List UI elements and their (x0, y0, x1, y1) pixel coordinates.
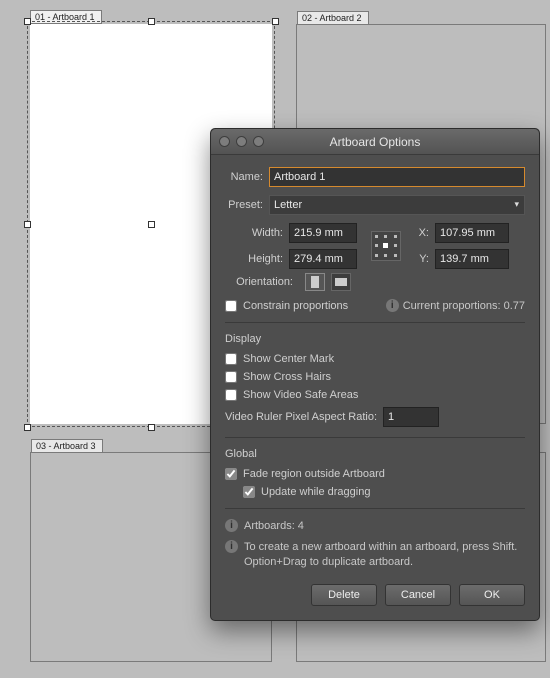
dialog-titlebar[interactable]: Artboard Options (211, 129, 539, 155)
dialog-title: Artboard Options (330, 135, 421, 149)
handle-tl[interactable] (24, 18, 31, 25)
x-label: X: (415, 227, 429, 239)
handle-center[interactable] (148, 221, 155, 228)
artboard-1-label: 01 - Artboard 1 (30, 10, 102, 24)
height-input[interactable] (289, 249, 357, 269)
ok-button[interactable]: OK (459, 584, 525, 606)
y-label: Y: (415, 253, 429, 265)
display-heading: Display (225, 333, 525, 345)
show-safe-checkbox[interactable] (225, 389, 237, 401)
hint-text: To create a new artboard within an artbo… (244, 540, 525, 570)
fade-checkbox[interactable] (225, 468, 237, 480)
divider (225, 322, 525, 323)
show-center-checkbox[interactable] (225, 353, 237, 365)
width-input[interactable] (289, 223, 357, 243)
artboards-count: Artboards: 4 (244, 519, 304, 534)
preset-label: Preset: (225, 199, 263, 211)
divider-2 (225, 437, 525, 438)
fade-label: Fade region outside Artboard (243, 468, 385, 480)
proportions-label: Current proportions: 0.77 (403, 300, 525, 312)
preset-select-wrap[interactable]: Letter ▾ (269, 195, 525, 215)
constrain-checkbox[interactable] (225, 300, 237, 312)
handle-bl[interactable] (24, 424, 31, 431)
minimize-icon (236, 136, 247, 147)
artboard-options-dialog: Artboard Options Name: Preset: Letter ▾ … (210, 128, 540, 621)
info-icon: i (225, 540, 238, 553)
x-input[interactable] (435, 223, 509, 243)
cancel-button[interactable]: Cancel (385, 584, 451, 606)
show-center-label: Show Center Mark (243, 353, 334, 365)
reference-point[interactable] (371, 231, 401, 261)
handle-tr[interactable] (272, 18, 279, 25)
width-label: Width: (239, 227, 283, 239)
orientation-landscape-button[interactable] (331, 273, 351, 291)
info-icon: i (225, 519, 238, 532)
show-crosshairs-checkbox[interactable] (225, 371, 237, 383)
aspect-label: Video Ruler Pixel Aspect Ratio: (225, 411, 377, 423)
y-input[interactable] (435, 249, 509, 269)
global-heading: Global (225, 448, 525, 460)
height-label: Height: (239, 253, 283, 265)
name-input[interactable] (269, 167, 525, 187)
orientation-portrait-button[interactable] (305, 273, 325, 291)
update-checkbox[interactable] (243, 486, 255, 498)
artboard-2-label: 02 - Artboard 2 (297, 11, 369, 25)
delete-button[interactable]: Delete (311, 584, 377, 606)
artboard-3-label: 03 - Artboard 3 (31, 439, 103, 453)
handle-bm[interactable] (148, 424, 155, 431)
update-label: Update while dragging (261, 486, 370, 498)
window-controls[interactable] (219, 136, 264, 147)
handle-ml[interactable] (24, 221, 31, 228)
orientation-label: Orientation: (225, 276, 293, 288)
constrain-label: Constrain proportions (243, 300, 348, 312)
show-crosshairs-label: Show Cross Hairs (243, 371, 331, 383)
info-icon: i (386, 299, 399, 312)
aspect-input[interactable] (383, 407, 439, 427)
close-icon[interactable] (219, 136, 230, 147)
preset-select[interactable]: Letter (269, 195, 525, 215)
divider-3 (225, 508, 525, 509)
zoom-icon (253, 136, 264, 147)
handle-tm[interactable] (148, 18, 155, 25)
name-label: Name: (225, 171, 263, 183)
show-safe-label: Show Video Safe Areas (243, 389, 358, 401)
